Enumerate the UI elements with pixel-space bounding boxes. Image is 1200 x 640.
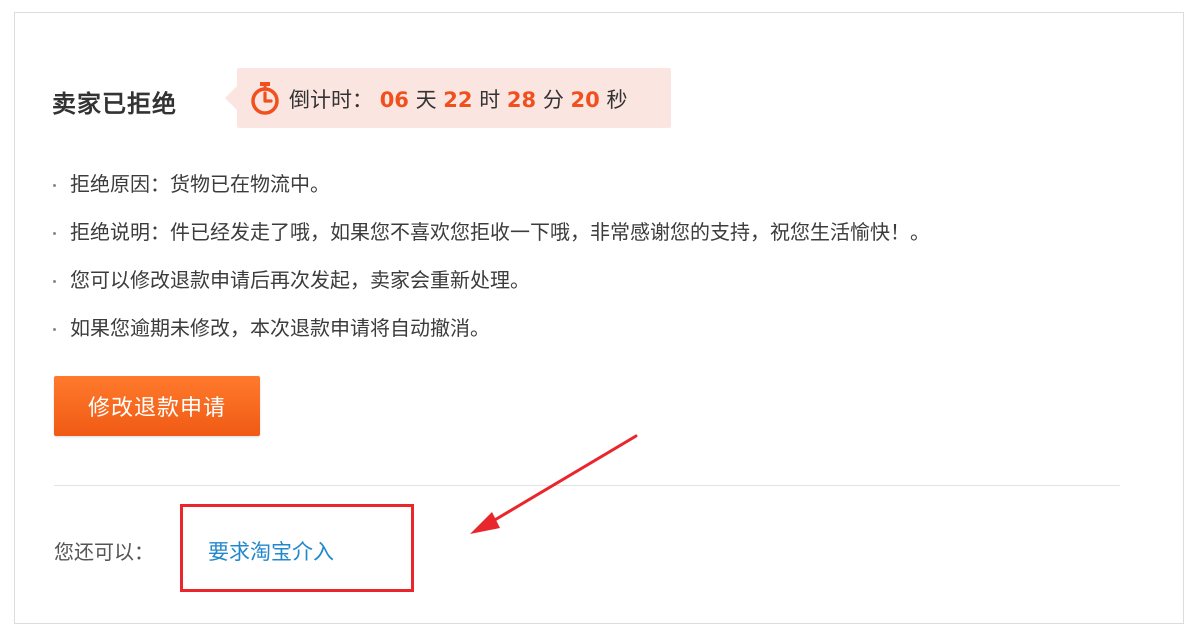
red-arrow-icon xyxy=(470,434,638,534)
